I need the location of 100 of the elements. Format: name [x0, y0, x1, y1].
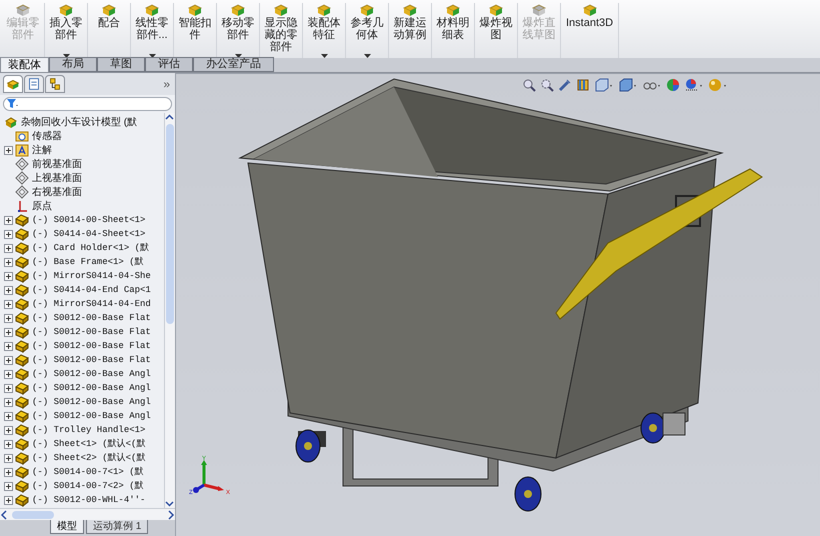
expand-icon[interactable]	[4, 230, 13, 238]
expand-icon[interactable]	[4, 146, 13, 154]
section-view-icon[interactable]	[576, 78, 590, 92]
tree-item[interactable]: 原点	[32, 200, 52, 212]
view-orientation-icon[interactable]	[594, 78, 614, 92]
configuration-tab-icon[interactable]	[45, 75, 65, 93]
tab[interactable]: 装配体	[0, 57, 49, 72]
tab[interactable]: 布局	[49, 57, 97, 72]
tree-item[interactable]: (-) S0012-00-Base Angl	[32, 382, 151, 394]
tree-item[interactable]: (-) S0012-00-Base Flat	[32, 354, 151, 366]
scrollbar-thumb[interactable]	[166, 124, 174, 324]
color-wheel-icon[interactable]	[666, 78, 680, 92]
part-icon	[15, 213, 29, 227]
part-icon	[15, 493, 29, 507]
tree-item[interactable]: 前视基准面	[32, 158, 82, 170]
tree-item[interactable]: (-) Card Holder<1> (默	[32, 242, 150, 254]
part-icon	[15, 311, 29, 325]
expand-icon[interactable]	[4, 454, 13, 462]
collapse-button[interactable]: »	[161, 75, 172, 93]
part-icon	[15, 227, 29, 241]
tree-item[interactable]: (-) S0414-04-Sheet<1>	[32, 228, 146, 240]
tree-item[interactable]: 注解	[32, 144, 52, 156]
tree-item[interactable]: (-) Sheet<2> (默认<(默	[32, 452, 146, 464]
zoom-area-icon[interactable]	[540, 78, 554, 92]
expand-icon[interactable]	[4, 412, 13, 420]
plane-icon	[15, 185, 29, 199]
tab[interactable]: 运动算例 1	[86, 520, 148, 534]
tree-item[interactable]: 上视基准面	[32, 172, 82, 184]
part-icon	[187, 3, 203, 17]
expand-icon[interactable]	[4, 384, 13, 392]
tree-item[interactable]: (-) MirrorS0414-04-She	[32, 270, 151, 282]
caster-wheel-drawing	[296, 430, 326, 462]
funnel-icon	[7, 99, 19, 109]
tree-item[interactable]: (-) S0014-00-7<1> (默	[32, 466, 144, 478]
tab[interactable]: 办公室产品	[193, 57, 274, 72]
zoom-fit-icon[interactable]	[522, 78, 536, 92]
filter-field[interactable]	[3, 97, 172, 111]
tree-item[interactable]: 杂物回收小车设计模型 (默	[21, 116, 138, 128]
part-icon	[359, 3, 375, 17]
tree-item[interactable]: (-) S0414-04-End Cap<1	[32, 284, 151, 296]
expand-icon[interactable]	[4, 328, 13, 336]
part-icon	[531, 3, 547, 17]
part-icon	[15, 437, 29, 451]
expand-icon[interactable]	[4, 314, 13, 322]
part-icon	[15, 409, 29, 423]
part-icon	[15, 451, 29, 465]
tree-item[interactable]: (-) S0012-00-Base Angl	[32, 410, 151, 422]
expand-icon[interactable]	[4, 272, 13, 280]
annotation-folder-icon	[15, 143, 29, 157]
part-icon	[273, 3, 289, 17]
tree-item[interactable]: (-) S0014-00-Sheet<1>	[32, 214, 146, 226]
expand-icon[interactable]	[4, 258, 13, 266]
property-tab-icon[interactable]	[24, 75, 44, 93]
tab[interactable]: 草图	[97, 57, 145, 72]
part-icon	[402, 3, 418, 17]
part-icon	[15, 353, 29, 367]
tree-item[interactable]: (-) Sheet<1> (默认<(默	[32, 438, 146, 450]
expand-icon[interactable]	[4, 468, 13, 476]
expand-icon[interactable]	[4, 482, 13, 490]
caster-wheel-drawing	[514, 476, 542, 512]
expand-icon[interactable]	[4, 398, 13, 406]
expand-icon[interactable]	[4, 356, 13, 364]
horizontal-scrollbar[interactable]	[0, 508, 175, 520]
caster-wheel-drawing	[640, 412, 686, 444]
cube-display-icon[interactable]	[618, 78, 638, 92]
tree-item[interactable]: 右视基准面	[32, 186, 82, 198]
part-icon	[316, 3, 332, 17]
expand-icon[interactable]	[4, 342, 13, 350]
vertical-scrollbar[interactable]	[164, 113, 175, 508]
tree-item[interactable]: (-) S0012-00-Base Flat	[32, 340, 151, 352]
tree-item[interactable]: 传感器	[32, 130, 62, 142]
expand-icon[interactable]	[4, 286, 13, 294]
part-icon	[488, 3, 504, 17]
part-icon	[144, 3, 160, 17]
plane-icon	[15, 171, 29, 185]
part-icon	[15, 367, 29, 381]
expand-icon[interactable]	[4, 370, 13, 378]
axis-triad-icon	[193, 460, 224, 493]
tree-item[interactable]: (-) MirrorS0414-04-End	[32, 298, 151, 310]
tab[interactable]: 评估	[145, 57, 193, 72]
scrollbar-thumb[interactable]	[12, 510, 54, 518]
tree-item[interactable]: (-) Base Frame<1> (默	[32, 256, 144, 268]
part-icon	[15, 479, 29, 493]
tree-item[interactable]: (-) S0014-00-7<2> (默	[32, 480, 144, 492]
expand-icon[interactable]	[4, 300, 13, 308]
expand-icon[interactable]	[4, 496, 13, 504]
expand-icon[interactable]	[4, 244, 13, 252]
expand-icon[interactable]	[4, 440, 13, 448]
tree-item[interactable]: (-) S0012-00-WHL-4''-	[32, 494, 146, 506]
assembly-tab-icon[interactable]	[3, 75, 23, 93]
tab[interactable]: 模型	[50, 520, 84, 534]
origin-icon	[15, 199, 29, 213]
tree-item[interactable]: (-) S0012-00-Base Angl	[32, 396, 151, 408]
expand-icon[interactable]	[4, 216, 13, 224]
tree-item[interactable]: (-) S0012-00-Base Angl	[32, 368, 151, 380]
expand-icon[interactable]	[4, 426, 13, 434]
tree-item[interactable]: (-) Trolley Handle<1>	[32, 424, 146, 436]
tree-item[interactable]: (-) S0012-00-Base Flat	[32, 312, 151, 324]
part-icon	[15, 297, 29, 311]
tree-item[interactable]: (-) S0012-00-Base Flat	[32, 326, 151, 338]
